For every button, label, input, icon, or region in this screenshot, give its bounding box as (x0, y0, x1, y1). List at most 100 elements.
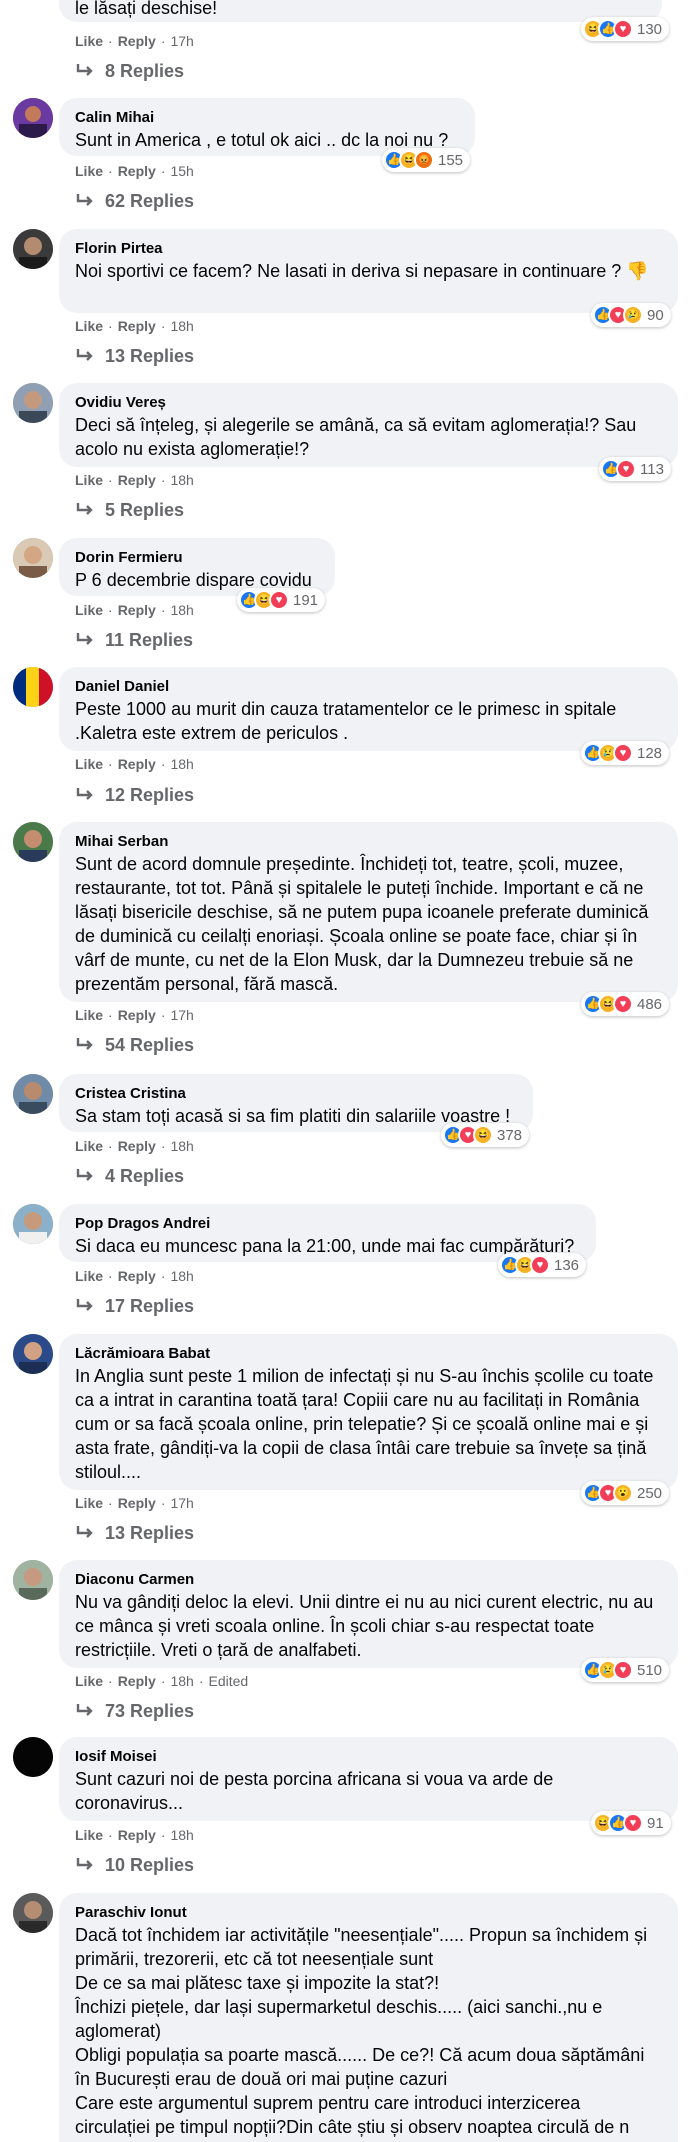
reply-button[interactable]: Reply (118, 162, 156, 180)
reactions-summary[interactable]: 👍 😆 ♥ 136 (498, 1253, 587, 1277)
comment-author[interactable]: Paraschiv Ionut (75, 1903, 664, 1923)
avatar[interactable] (13, 1893, 53, 1933)
comment-actions: Like · Reply · 17h (75, 1006, 194, 1024)
avatar[interactable] (13, 1074, 53, 1114)
comment-author[interactable]: Iosif Moisei (75, 1747, 664, 1767)
like-button[interactable]: Like (75, 1137, 103, 1155)
comment-time[interactable]: 18h (170, 1267, 193, 1285)
comment-time[interactable]: 15h (170, 162, 193, 180)
view-replies-link[interactable]: 13 Replies (75, 1522, 194, 1544)
avatar[interactable] (13, 1204, 53, 1244)
view-replies-link[interactable]: 12 Replies (75, 784, 194, 806)
comment-time[interactable]: 17h (170, 32, 193, 50)
reactions-summary[interactable]: 👍 ♥ 😆 378 (441, 1123, 530, 1147)
comment-bubble: Lăcrămioara Babat In Anglia sunt peste 1… (59, 1334, 678, 1490)
like-button[interactable]: Like (75, 32, 103, 50)
comment-time[interactable]: 18h (170, 755, 193, 773)
reply-arrow-icon (76, 788, 93, 800)
like-button[interactable]: Like (75, 317, 103, 335)
view-replies-link[interactable]: 17 Replies (75, 1295, 194, 1317)
comment-author[interactable]: Diaconu Carmen (75, 1570, 664, 1590)
replies-count: 13 Replies (105, 346, 195, 366)
reactions-summary[interactable]: 👍 ♥ 😮 250 (581, 1481, 670, 1505)
reactions-summary[interactable]: 👍 😢 ♥ 510 (581, 1658, 670, 1682)
comment-time[interactable]: 18h (170, 1826, 193, 1844)
comment-time[interactable]: 18h (170, 601, 193, 619)
like-button[interactable]: Like (75, 1267, 103, 1285)
love-reaction-icon: ♥ (613, 19, 633, 39)
avatar[interactable] (13, 1334, 53, 1374)
like-button[interactable]: Like (75, 1006, 103, 1024)
reply-button[interactable]: Reply (118, 471, 156, 489)
replies-count: 10 Replies (105, 1855, 195, 1875)
comment-author[interactable]: Calin Mihai (75, 108, 461, 128)
like-button[interactable]: Like (75, 1672, 103, 1690)
comment-time[interactable]: 17h (170, 1006, 193, 1024)
reply-arrow-icon (76, 1526, 93, 1538)
comment-author[interactable]: Cristea Cristina (75, 1084, 519, 1104)
angry-reaction-icon: 😡 (414, 150, 434, 170)
reactions-summary[interactable]: 👍 ♥ 😢 90 (591, 303, 671, 327)
reply-button[interactable]: Reply (118, 1826, 156, 1844)
avatar[interactable] (13, 538, 53, 578)
avatar[interactable] (13, 1737, 53, 1777)
like-button[interactable]: Like (75, 162, 103, 180)
reactions-summary[interactable]: 👍 😆 ♥ 486 (581, 992, 670, 1016)
reply-button[interactable]: Reply (118, 1006, 156, 1024)
reply-button[interactable]: Reply (118, 755, 156, 773)
comment-time[interactable]: 18h (170, 317, 193, 335)
avatar[interactable] (13, 667, 53, 707)
reactions-summary[interactable]: 👍 😆 😡 155 (382, 148, 471, 172)
reply-button[interactable]: Reply (118, 1494, 156, 1512)
reactions-summary[interactable]: 👍 ♥ 113 (599, 457, 671, 481)
reply-button[interactable]: Reply (118, 601, 156, 619)
comment-author[interactable]: Lăcrămioara Babat (75, 1344, 664, 1364)
view-replies-link[interactable]: 8 Replies (75, 60, 184, 82)
avatar[interactable] (13, 229, 53, 269)
comment-author[interactable]: Florin Pirtea (75, 239, 664, 259)
view-replies-link[interactable]: 62 Replies (75, 190, 194, 212)
avatar[interactable] (13, 98, 53, 138)
reactions-summary[interactable]: 👍 😢 ♥ 128 (581, 741, 670, 765)
comment-author[interactable]: Dorin Fermieru (75, 548, 321, 568)
wow-reaction-icon: 😮 (613, 1483, 633, 1503)
comment-text: Peste 1000 au murit din cauza tratamente… (75, 699, 617, 743)
reaction-count: 486 (637, 995, 663, 1013)
comment-time[interactable]: 18h (170, 1672, 193, 1690)
reply-button[interactable]: Reply (118, 1267, 156, 1285)
comment-author[interactable]: Mihai Serban (75, 832, 664, 852)
comment-author[interactable]: Ovidiu Vereș (75, 393, 664, 413)
replies-count: 11 Replies (105, 630, 194, 650)
view-replies-link[interactable]: 13 Replies (75, 345, 194, 367)
comment-time[interactable]: 18h (170, 471, 193, 489)
view-replies-link[interactable]: 11 Replies (75, 629, 193, 651)
comment-time[interactable]: 17h (170, 1494, 193, 1512)
like-button[interactable]: Like (75, 755, 103, 773)
avatar[interactable] (13, 383, 53, 423)
like-button[interactable]: Like (75, 471, 103, 489)
reply-arrow-icon (76, 194, 93, 206)
avatar[interactable] (13, 1560, 53, 1600)
view-replies-link[interactable]: 5 Replies (75, 499, 184, 521)
view-replies-link[interactable]: 54 Replies (75, 1034, 194, 1056)
reply-button[interactable]: Reply (118, 1672, 156, 1690)
view-replies-link[interactable]: 4 Replies (75, 1165, 184, 1187)
comment-author[interactable]: Pop Dragos Andrei (75, 1214, 582, 1234)
edited-label[interactable]: Edited (209, 1672, 249, 1690)
like-button[interactable]: Like (75, 601, 103, 619)
comment-time[interactable]: 18h (170, 1137, 193, 1155)
reply-button[interactable]: Reply (118, 32, 156, 50)
love-reaction-icon: ♥ (613, 1660, 633, 1680)
view-replies-link[interactable]: 10 Replies (75, 1854, 194, 1876)
comment-author[interactable]: Daniel Daniel (75, 677, 664, 697)
reply-button[interactable]: Reply (118, 317, 156, 335)
reply-button[interactable]: Reply (118, 1137, 156, 1155)
avatar[interactable] (13, 822, 53, 862)
like-button[interactable]: Like (75, 1494, 103, 1512)
comment-bubble: Mihai Serban Sunt de acord domnule preșe… (59, 822, 678, 1002)
like-button[interactable]: Like (75, 1826, 103, 1844)
reactions-summary[interactable]: 👍 😆 ♥ 191 (237, 588, 326, 612)
view-replies-link[interactable]: 73 Replies (75, 1700, 194, 1722)
reactions-summary[interactable]: 😆 👍 ♥ 91 (591, 1811, 671, 1835)
reactions-summary[interactable]: 😆 👍 ♥ 130 (581, 17, 670, 41)
